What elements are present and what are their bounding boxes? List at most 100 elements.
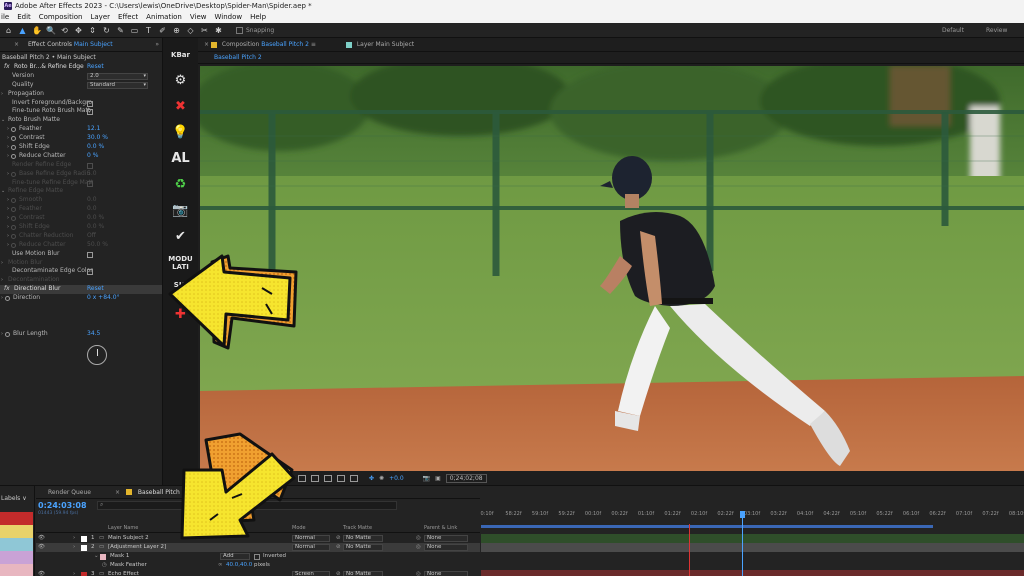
direction-angle-dial[interactable]: [87, 345, 107, 365]
camera-snapshot-icon[interactable]: 📷: [423, 475, 430, 482]
exposure-value[interactable]: +0.0: [389, 475, 404, 482]
layer-name[interactable]: Echo Effect: [108, 570, 139, 576]
effect-param-value[interactable]: 0 x +84.0°: [87, 294, 120, 303]
effect-group-label[interactable]: Roto Brush Matte: [8, 116, 60, 125]
parent-dropdown[interactable]: None: [424, 535, 468, 542]
layer-name[interactable]: [Adjustment Layer 2]: [108, 543, 166, 552]
timeline-layer-row[interactable]: 👁 › 3 ▭ Echo Effect Screen ⊘ No Matte ◎ None: [36, 570, 480, 576]
chevron-down-icon[interactable]: ⌄: [1, 116, 5, 125]
region-of-interest-icon[interactable]: [298, 475, 306, 482]
label-color-swatch[interactable]: [0, 551, 33, 564]
eraser-icon[interactable]: ◇: [186, 25, 195, 36]
effect-param-checkbox[interactable]: [87, 251, 93, 258]
work-area-bar[interactable]: [481, 525, 933, 528]
timeline-comp-tab[interactable]: × Baseball Pitch 2 ≡: [103, 489, 205, 496]
current-time-indicator[interactable]: [742, 511, 743, 576]
viewer-timecode[interactable]: 0;24;02;08: [445, 474, 487, 483]
parent-link-header[interactable]: Parent & Link: [424, 524, 457, 533]
stopwatch-icon[interactable]: [11, 233, 16, 239]
kbar-button[interactable]: KBar: [166, 42, 196, 68]
visibility-eye-icon[interactable]: 👁: [38, 543, 45, 552]
effect-group-label[interactable]: Motion Blur: [8, 259, 42, 268]
effect-param-checkbox[interactable]: ✓: [87, 180, 93, 187]
stopwatch-icon[interactable]: [11, 242, 16, 248]
stopwatch-icon[interactable]: [11, 198, 16, 204]
chevron-right-icon[interactable]: ›: [7, 241, 9, 250]
effect-param-dropdown[interactable]: 2.0: [87, 72, 148, 80]
effect-param-value[interactable]: 50.0 %: [87, 241, 108, 250]
expand-chevron-icon[interactable]: ⌄: [94, 552, 99, 561]
roto-brush-icon[interactable]: ✂: [200, 25, 209, 36]
clone-stamp-icon[interactable]: ⊕: [172, 25, 181, 36]
track-matte-dropdown[interactable]: No Matte: [343, 544, 383, 551]
transparency-grid-icon[interactable]: [311, 475, 319, 482]
track-matte-dropdown[interactable]: No Matte: [343, 535, 383, 542]
effect-param-value[interactable]: 12.1: [87, 125, 100, 134]
chevron-right-icon[interactable]: ›: [7, 152, 9, 161]
puppet-pin-icon[interactable]: ✱: [214, 25, 223, 36]
effect-name[interactable]: Roto Br...& Refine Edge: [14, 63, 84, 72]
layer-duration-bar[interactable]: [481, 543, 1024, 552]
mode-header[interactable]: Mode: [292, 524, 306, 533]
menu-edit[interactable]: Edit: [17, 12, 31, 23]
expand-chevron-icon[interactable]: ›: [73, 543, 75, 552]
zoom-icon[interactable]: 🔍: [46, 25, 56, 36]
effect-param-value[interactable]: 0.0: [87, 196, 97, 205]
chevron-down-icon[interactable]: ⌄: [1, 187, 5, 196]
hamburger-menu-icon[interactable]: ≡: [311, 41, 316, 48]
pan-icon[interactable]: ✥: [74, 25, 83, 36]
parent-dropdown[interactable]: None: [424, 571, 468, 576]
parent-dropdown[interactable]: None: [424, 544, 468, 551]
snapping-checkbox[interactable]: [236, 26, 243, 34]
type-icon[interactable]: T: [144, 25, 153, 36]
effect-param-value[interactable]: 0 %: [87, 152, 98, 161]
effect-param-checkbox[interactable]: ✓: [87, 109, 93, 116]
mask-feather-value[interactable]: 40.0,40.0: [226, 561, 252, 570]
effect-group-label[interactable]: Decontamination: [8, 276, 60, 285]
effect-param-value[interactable]: 0.0 %: [87, 223, 104, 232]
parent-pickwhip-icon[interactable]: ◎: [416, 570, 421, 576]
mask-visibility-icon[interactable]: [324, 475, 332, 482]
parent-pickwhip-icon[interactable]: ◎: [416, 534, 421, 543]
timeline-search-input[interactable]: ⌕: [97, 501, 397, 510]
chevron-right-icon[interactable]: ›: [7, 143, 9, 152]
stopwatch-icon[interactable]: [11, 216, 16, 222]
stopwatch-icon[interactable]: [5, 296, 10, 302]
effect-param-checkbox[interactable]: [87, 100, 93, 107]
label-color-swatch[interactable]: [0, 512, 33, 525]
timeline-layer-row[interactable]: ◷ Mask Feather ∞ 40.0,40.0 pixels: [36, 561, 480, 570]
chevron-right-icon[interactable]: ›: [7, 170, 9, 179]
timeline-layer-row[interactable]: 👁 › 2 ▭ [Adjustment Layer 2] Normal ⊘ No Matte ◎…: [36, 543, 480, 552]
label-color-swatch[interactable]: [0, 538, 33, 551]
effect-param-value[interactable]: 30.0 %: [87, 134, 108, 143]
effect-controls-tab[interactable]: × Effect Controls Main Subject »: [0, 38, 162, 52]
effect-name[interactable]: Directional Blur: [14, 285, 60, 294]
stopwatch-icon[interactable]: [5, 331, 10, 337]
comp-tab[interactable]: × Composition Baseball Pitch 2 ≡: [204, 41, 316, 48]
stopwatch-icon[interactable]: [11, 136, 16, 142]
color-picker-icon[interactable]: ✤: [369, 475, 374, 482]
lightbulb-icon[interactable]: 💡: [166, 120, 196, 146]
menu-layer[interactable]: Layer: [90, 12, 110, 23]
composition-breadcrumb[interactable]: Baseball Pitch 2: [198, 52, 1024, 64]
chevron-right-icon[interactable]: ›: [1, 330, 3, 339]
expand-chevron-icon[interactable]: ›: [73, 534, 75, 543]
menu-file[interactable]: ile: [1, 12, 9, 23]
effect-reset-button[interactable]: Reset: [87, 285, 104, 294]
label-color-swatch[interactable]: [0, 525, 33, 538]
composition-viewer[interactable]: [200, 66, 1024, 471]
chevron-right-icon[interactable]: ›: [7, 125, 9, 134]
panel-overflow-icon[interactable]: »: [155, 38, 159, 52]
layer-duration-bar[interactable]: [481, 570, 1024, 576]
time-ruler[interactable]: 0:10f 58:22f 59:10f 59:22f 00:10f 00:22f 01:10…: [481, 511, 1024, 533]
selection-arrow-icon[interactable]: ▲: [18, 25, 27, 36]
track-matte-link-icon[interactable]: ⊘: [336, 570, 341, 576]
fx-toggle-icon[interactable]: fx: [4, 63, 10, 72]
red-arrows-plugin-icon[interactable]: ✖: [166, 94, 196, 120]
chevron-right-icon[interactable]: ›: [7, 134, 9, 143]
stopwatch-icon[interactable]: [11, 145, 16, 151]
camera-plugin-icon[interactable]: 📷: [166, 198, 196, 224]
layer-name[interactable]: Main Subject 2: [108, 534, 149, 543]
chevron-right-icon[interactable]: ›: [7, 205, 9, 214]
chevron-right-icon[interactable]: ›: [7, 232, 9, 241]
